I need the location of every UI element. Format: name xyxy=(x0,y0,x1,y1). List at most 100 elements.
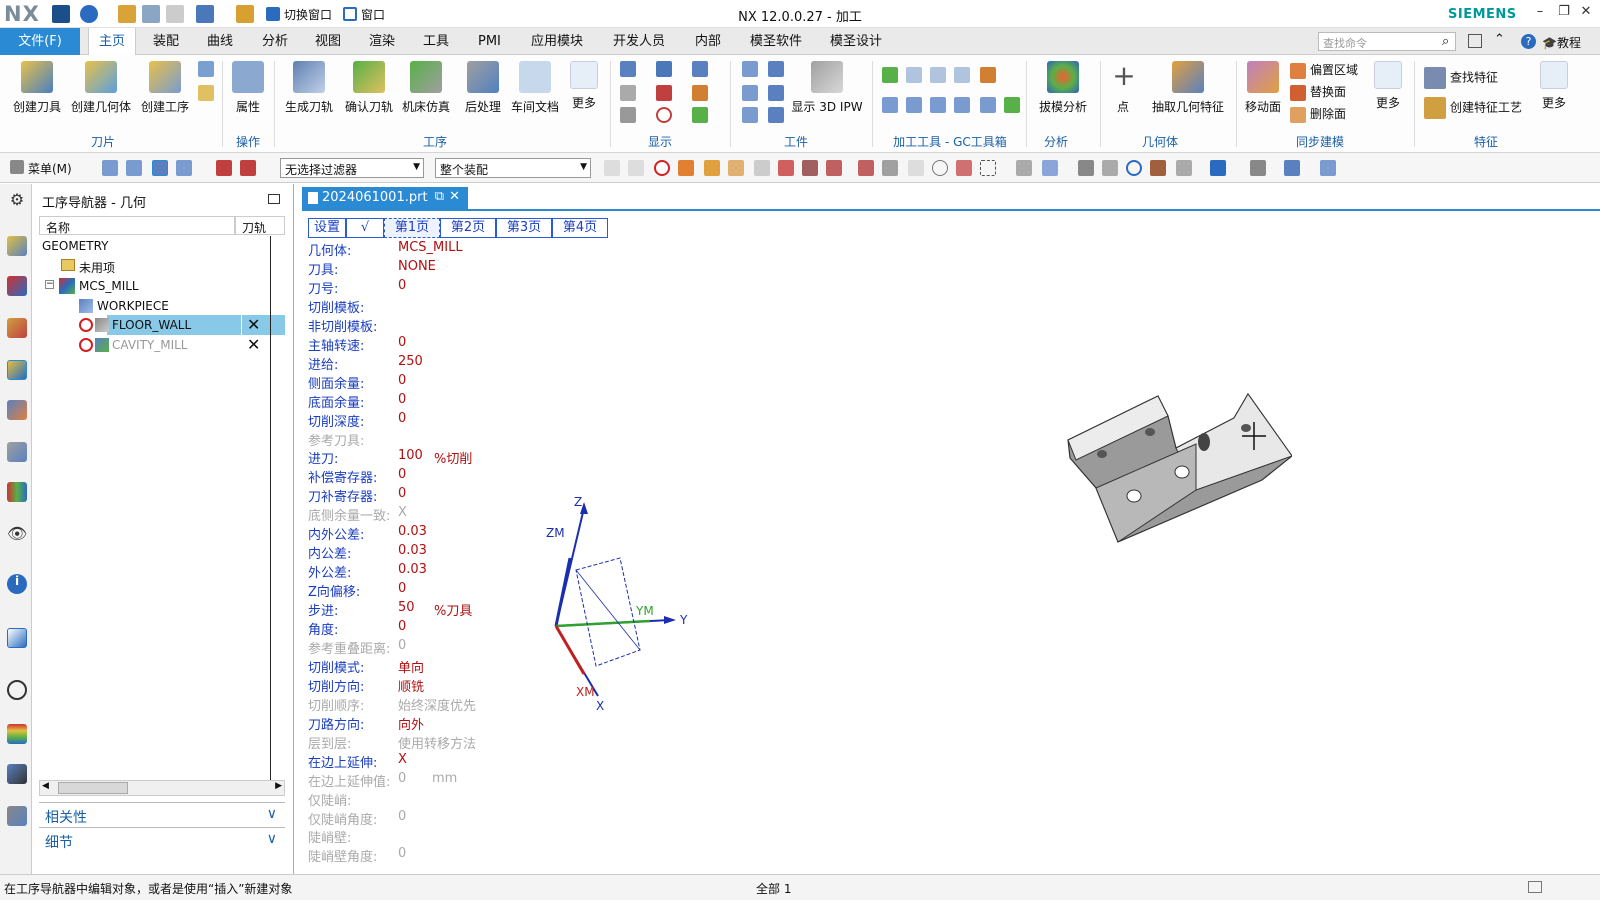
param-value[interactable]: X xyxy=(398,752,407,767)
select-face-icon[interactable] xyxy=(704,160,720,176)
program-small-icon[interactable] xyxy=(198,85,214,101)
param-value[interactable]: 0 xyxy=(398,619,406,634)
view-tool1-icon[interactable] xyxy=(1016,160,1032,176)
horizontal-scrollbar[interactable]: ◀ ▶ xyxy=(39,780,285,796)
snap-tool5-icon[interactable] xyxy=(956,160,972,176)
line-display-icon[interactable] xyxy=(692,107,708,123)
gc-tool9-icon[interactable] xyxy=(1004,97,1020,113)
param-tab-page4[interactable]: 第4页 xyxy=(552,218,608,238)
param-value[interactable]: 0 xyxy=(398,809,406,824)
param-value[interactable]: 0 xyxy=(398,486,406,501)
param-value[interactable]: NONE xyxy=(398,259,436,274)
gc-tool7-icon[interactable] xyxy=(954,97,970,113)
tab-mosheng-design[interactable]: 模圣设计 xyxy=(820,28,892,55)
close-icon[interactable]: ✕ xyxy=(1576,4,1596,24)
offset-region-button[interactable]: 偏置区域 xyxy=(1290,61,1358,79)
param-tab-page1[interactable]: 第1页 xyxy=(384,218,440,238)
param-tab-page3[interactable]: 第3页 xyxy=(496,218,552,238)
param-value[interactable]: 使用转移方法 xyxy=(398,733,476,752)
param-value[interactable]: 0.03 xyxy=(398,543,427,558)
filter-tool1-icon[interactable] xyxy=(216,160,232,176)
box-select-icon[interactable] xyxy=(980,160,996,176)
tree-item-geometry[interactable]: GEOMETRY xyxy=(39,236,285,256)
scroll-left-icon[interactable]: ◀ xyxy=(42,781,49,791)
tree-item-unused[interactable]: 未用项 xyxy=(39,256,285,276)
replace-face-button[interactable]: 替换面 xyxy=(1290,83,1346,101)
param-value[interactable]: 250 xyxy=(398,354,423,369)
generate-path-button[interactable]: 生成刀轨 xyxy=(280,59,338,115)
gc-tool2-icon[interactable] xyxy=(930,67,946,83)
gc-check-icon[interactable] xyxy=(882,67,898,83)
curve-display-icon[interactable] xyxy=(656,85,672,101)
snap-center-icon[interactable] xyxy=(932,160,948,176)
tab-developer[interactable]: 开发人员 xyxy=(603,28,675,55)
tree-item-floor-wall[interactable]: FLOOR_WALL ✕ xyxy=(39,315,285,335)
circle-display-icon[interactable] xyxy=(656,107,672,123)
eye-icon[interactable]: 👁 xyxy=(7,524,27,544)
insert-small-icon[interactable] xyxy=(198,61,214,77)
tab-home[interactable]: 主页 xyxy=(88,28,137,56)
point-display-icon[interactable] xyxy=(692,61,708,77)
param-value[interactable]: 0.03 xyxy=(398,524,427,539)
help-icon[interactable]: ? xyxy=(1521,34,1536,49)
dependencies-panel-header[interactable]: 相关性 ∨ xyxy=(39,802,285,826)
menu-button[interactable]: 菜单(M) xyxy=(28,160,72,177)
param-value[interactable]: X xyxy=(398,505,407,520)
hd3d-tools-icon[interactable] xyxy=(7,482,27,502)
machine-sim-button[interactable]: 机床仿真 xyxy=(398,59,454,115)
select-tool2-icon[interactable] xyxy=(628,160,644,176)
graphics-window[interactable] xyxy=(302,209,1600,874)
nav-view-program-icon[interactable] xyxy=(102,160,118,176)
param-value[interactable]: 0.03 xyxy=(398,562,427,577)
no-select-icon[interactable] xyxy=(654,160,670,176)
snap-tool1-icon[interactable] xyxy=(826,160,842,176)
display-path-icon[interactable] xyxy=(620,85,636,101)
snap-tool2-icon[interactable] xyxy=(858,160,874,176)
workpiece-tool1-icon[interactable] xyxy=(742,61,758,77)
tutorial-button[interactable]: 🎓教程 xyxy=(1542,34,1581,51)
gc-tool1-icon[interactable] xyxy=(906,67,922,83)
popout-icon[interactable]: ⧉ xyxy=(435,189,444,204)
nav-view-geometry-icon[interactable] xyxy=(152,160,168,176)
tree-item-cavity-mill[interactable]: CAVITY_MILL ✕ xyxy=(39,335,285,355)
gear-icon[interactable]: ⚙ xyxy=(7,190,27,210)
verify-path-button[interactable]: 确认刀轨 xyxy=(342,59,396,115)
properties-button[interactable]: 属性 xyxy=(226,59,270,115)
tree-item-workpiece[interactable]: WORKPIECE xyxy=(39,296,285,316)
info-icon[interactable]: i xyxy=(7,574,27,594)
zoom-icon[interactable] xyxy=(1102,160,1118,176)
tab-assembly[interactable]: 装配 xyxy=(143,28,189,55)
column-header-toolpath[interactable]: 刀轨 xyxy=(235,216,285,235)
param-value[interactable]: 0 xyxy=(398,335,406,350)
palette-icon[interactable] xyxy=(7,724,27,744)
create-geometry-button[interactable]: 创建几何体 xyxy=(68,59,134,115)
move-face-button[interactable]: 移动面 xyxy=(1240,59,1286,115)
part-model[interactable] xyxy=(1066,392,1292,552)
more-feature-button[interactable]: 更多 xyxy=(1536,59,1572,111)
workpiece-tool5-icon[interactable] xyxy=(768,85,784,101)
close-tab-icon[interactable]: ✕ xyxy=(449,189,460,204)
fit-view-icon[interactable] xyxy=(1078,160,1094,176)
operation-navigator-icon[interactable] xyxy=(7,360,27,380)
tab-analysis[interactable]: 分析 xyxy=(252,28,298,55)
constraint-navigator-icon[interactable] xyxy=(7,276,27,296)
part-navigator-icon[interactable] xyxy=(7,318,27,338)
workpiece-tool6-icon[interactable] xyxy=(768,107,784,123)
param-tab-check[interactable]: √ xyxy=(346,218,384,238)
point-button[interactable]: + 点 xyxy=(1108,59,1138,115)
select-tool1-icon[interactable] xyxy=(604,160,620,176)
history-icon[interactable] xyxy=(7,680,27,700)
select-edge-icon[interactable] xyxy=(728,160,744,176)
param-tab-page2[interactable]: 第2页 xyxy=(440,218,496,238)
show-3d-ipw-button[interactable]: 显示 3D IPW xyxy=(790,59,864,115)
workpiece-tool4-icon[interactable] xyxy=(768,61,784,77)
param-value[interactable]: 0 xyxy=(398,373,406,388)
gc-flag-icon[interactable] xyxy=(980,67,996,83)
view-tool3-icon[interactable] xyxy=(1176,160,1192,176)
collapse-ribbon-icon[interactable]: ⌃ xyxy=(1494,32,1505,47)
tab-view[interactable]: 视图 xyxy=(305,28,351,55)
tab-pmi[interactable]: PMI xyxy=(468,28,511,55)
minimize-icon[interactable]: – xyxy=(1530,4,1550,24)
view-cube-icon[interactable] xyxy=(1284,160,1300,176)
selection-scope-select[interactable]: 整个装配 ▼ xyxy=(435,158,591,178)
